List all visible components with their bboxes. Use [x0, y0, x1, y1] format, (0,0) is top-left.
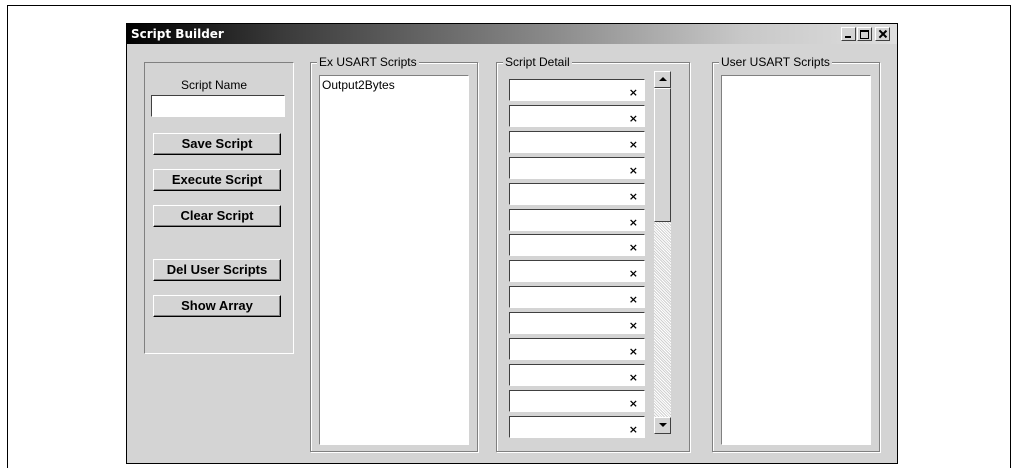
script-name-label: Script Name — [181, 78, 248, 92]
delete-x-icon[interactable]: × — [629, 320, 638, 332]
close-icon[interactable] — [875, 27, 890, 41]
delete-x-icon[interactable]: × — [629, 371, 638, 384]
script-detail-field[interactable]: × — [509, 338, 645, 360]
script-detail-field[interactable]: × — [509, 79, 645, 101]
window-title: Script Builder — [131, 27, 224, 41]
script-detail-field[interactable]: × — [509, 156, 645, 179]
show-array-button[interactable]: Show Array — [153, 295, 281, 317]
script-detail-field[interactable]: × — [509, 234, 645, 257]
script-builder-window: Script Builder Script Name Save Script E… — [126, 23, 898, 464]
delete-x-icon[interactable]: × — [629, 112, 638, 125]
scroll-thumb[interactable] — [654, 88, 671, 222]
user-usart-scripts-group: User USART Scripts — [712, 55, 880, 452]
ex-usart-scripts-list[interactable]: Output2Bytes — [319, 75, 469, 445]
delete-x-icon[interactable]: × — [629, 164, 638, 177]
script-detail-field[interactable]: × — [509, 104, 645, 127]
script-name-input[interactable] — [151, 95, 285, 117]
delete-x-icon[interactable]: × — [629, 190, 638, 203]
delete-x-icon[interactable]: × — [629, 423, 638, 436]
script-detail-field[interactable]: × — [509, 182, 645, 205]
delete-x-icon[interactable]: × — [629, 397, 638, 410]
scroll-up-icon[interactable] — [654, 71, 671, 88]
delete-x-icon[interactable]: × — [629, 242, 638, 254]
delete-x-icon[interactable]: × — [629, 216, 638, 229]
delete-x-icon[interactable]: × — [629, 268, 638, 280]
script-detail-field[interactable]: × — [509, 260, 645, 283]
user-usart-scripts-title: User USART Scripts — [719, 55, 832, 69]
delete-x-icon[interactable]: × — [629, 294, 638, 306]
scroll-down-icon[interactable] — [654, 417, 671, 434]
script-controls-panel: Script Name Save Script Execute Script C… — [144, 62, 294, 354]
script-detail-title: Script Detail — [503, 55, 572, 69]
del-user-scripts-button[interactable]: Del User Scripts — [153, 259, 281, 281]
ex-usart-scripts-title: Ex USART Scripts — [317, 55, 419, 69]
delete-x-icon[interactable]: × — [629, 87, 638, 99]
script-detail-field[interactable]: × — [509, 130, 645, 153]
ex-usart-scripts-group: Ex USART Scripts Output2Bytes — [310, 55, 478, 452]
maximize-icon[interactable] — [857, 27, 872, 41]
delete-x-icon[interactable]: × — [629, 138, 638, 151]
delete-x-icon[interactable]: × — [629, 346, 638, 358]
script-detail-field[interactable]: × — [509, 286, 645, 309]
execute-script-button[interactable]: Execute Script — [153, 169, 281, 191]
script-detail-field[interactable]: × — [509, 312, 645, 335]
list-item[interactable]: Output2Bytes — [320, 76, 468, 94]
script-detail-group: Script Detail × × × × × × × × × × × × × × — [496, 55, 690, 452]
minimize-icon[interactable] — [841, 27, 856, 41]
save-script-button[interactable]: Save Script — [153, 133, 281, 155]
script-detail-field[interactable]: × — [509, 415, 645, 438]
script-detail-field[interactable]: × — [509, 363, 645, 386]
script-detail-field[interactable]: × — [509, 389, 645, 412]
title-bar[interactable]: Script Builder — [127, 24, 897, 44]
script-detail-scrollbar[interactable] — [654, 71, 671, 434]
user-usart-scripts-list[interactable] — [721, 75, 871, 445]
script-detail-field[interactable]: × — [509, 208, 645, 231]
clear-script-button[interactable]: Clear Script — [153, 205, 281, 227]
